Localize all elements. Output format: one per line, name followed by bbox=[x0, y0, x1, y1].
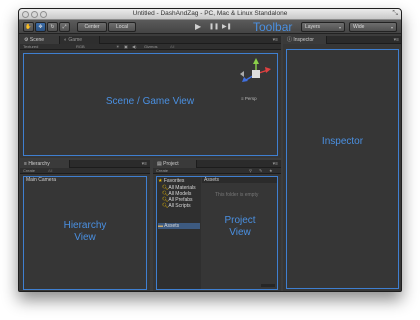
panel-menu-icon[interactable]: ▾≡ bbox=[142, 160, 147, 168]
project-tabbar: ▤ Project ▾≡ bbox=[153, 160, 281, 168]
tab-hierarchy[interactable]: ≡ Hierarchy bbox=[20, 160, 70, 168]
scene-region-label: Scene / Game View bbox=[105, 96, 195, 107]
shading-mode-dropdown[interactable]: Textured bbox=[23, 44, 38, 50]
gizmos-dropdown[interactable]: Gizmos bbox=[144, 44, 158, 50]
hierarchy-control-bar: Create All bbox=[20, 168, 150, 174]
chevron-down-icon: ▾ bbox=[338, 24, 341, 30]
title-bar: Untitled - DashAndZag - PC, Mac & Linux … bbox=[19, 9, 401, 20]
pause-icon[interactable]: ❚❚ bbox=[209, 22, 219, 32]
panel-menu-icon[interactable]: ▾≡ bbox=[273, 160, 278, 168]
rotate-tool-button[interactable]: ↻ bbox=[47, 22, 58, 32]
project-control-bar: Create ⚲ ✎ ★ bbox=[153, 168, 281, 174]
main-toolbar: ✋ ✥ ↻ ⤢ Center Local ▶ ❚❚ ▶❚ Toolbar Lay… bbox=[19, 20, 401, 34]
move-tool-button[interactable]: ✥ bbox=[35, 22, 46, 32]
lighting-toggle-icon[interactable]: ☀ bbox=[116, 44, 120, 50]
audio-toggle-icon[interactable]: ◀) bbox=[132, 44, 136, 50]
persp-label: ≡ Persp bbox=[241, 96, 257, 101]
panel-menu-icon[interactable]: ▾≡ bbox=[273, 36, 278, 44]
tab-scene[interactable]: ⚙ Scene bbox=[20, 36, 60, 44]
render-mode-dropdown[interactable]: RGB bbox=[76, 44, 85, 50]
toolbar-region-label: Toolbar bbox=[253, 20, 293, 34]
favorites-header[interactable]: ★ Favorites bbox=[158, 178, 184, 184]
step-icon[interactable]: ▶❚ bbox=[222, 22, 232, 32]
scale-tool-button[interactable]: ⤢ bbox=[59, 22, 70, 32]
zoom-slider[interactable] bbox=[261, 284, 275, 287]
star-icon: ★ bbox=[158, 178, 163, 184]
scene-panel: ⚙ Scene ◐ Game ▾≡ Textured RGB ☀ ▣ ◀) Gi… bbox=[20, 36, 281, 158]
hierarchy-panel: ≡ Hierarchy ▾≡ Create All Main Camera Hi… bbox=[20, 160, 150, 291]
project-region-label: Project View bbox=[224, 215, 256, 238]
panel-menu-icon[interactable]: ▾≡ bbox=[394, 36, 399, 44]
assets-breadcrumb: Assets bbox=[202, 177, 277, 183]
chevron-down-icon: ▾ bbox=[390, 24, 393, 30]
hierarchy-create-dropdown[interactable]: Create bbox=[23, 168, 35, 174]
window-title: Untitled - DashAndZag - PC, Mac & Linux … bbox=[132, 10, 288, 17]
layout-dropdown[interactable]: Wide ▾ bbox=[349, 22, 397, 32]
image-toggle-icon[interactable]: ▣ bbox=[124, 44, 128, 50]
unity-editor-window: Untitled - DashAndZag - PC, Mac & Linux … bbox=[18, 8, 402, 292]
scene-search-input[interactable]: All bbox=[170, 44, 174, 50]
scene-orientation-gizmo[interactable] bbox=[238, 56, 274, 92]
hierarchy-region-label: Hierarchy View bbox=[63, 220, 107, 243]
hierarchy-item-main-camera[interactable]: Main Camera bbox=[26, 177, 56, 183]
rotate-icon: ↻ bbox=[50, 24, 55, 30]
tab-inspector[interactable]: ⓘ Inspector bbox=[283, 36, 327, 44]
hand-tool-button[interactable]: ✋ bbox=[23, 22, 34, 32]
assets-folder[interactable]: ▬ Assets bbox=[158, 223, 200, 229]
inspector-area[interactable] bbox=[286, 49, 399, 289]
hierarchy-search-input[interactable]: All bbox=[48, 168, 52, 174]
play-icon[interactable]: ▶ bbox=[195, 22, 201, 32]
layers-dropdown[interactable]: Layers ▾ bbox=[301, 22, 345, 32]
move-icon: ✥ bbox=[38, 24, 43, 30]
inspector-tabbar: ⓘ Inspector ▾≡ bbox=[283, 36, 401, 44]
pivot-center-toggle[interactable]: Center bbox=[77, 22, 107, 32]
scene-tabbar: ⚙ Scene ◐ Game ▾≡ bbox=[20, 36, 281, 44]
tab-project[interactable]: ▤ Project bbox=[153, 160, 197, 168]
hierarchy-tabbar: ≡ Hierarchy ▾≡ bbox=[20, 160, 150, 168]
label-icon[interactable]: ✎ bbox=[259, 168, 262, 174]
folder-icon: ▬ bbox=[158, 223, 163, 229]
scene-control-bar: Textured RGB ☀ ▣ ◀) Gizmos All bbox=[20, 44, 281, 50]
filter-icon[interactable]: ⚲ bbox=[249, 168, 252, 174]
pivot-local-toggle[interactable]: Local bbox=[108, 22, 136, 32]
empty-folder-note: This folder is empty bbox=[215, 192, 259, 198]
tab-game[interactable]: ◐ Game bbox=[60, 36, 100, 44]
hand-icon: ✋ bbox=[25, 24, 32, 30]
favorite-item[interactable]: 🔍︎All Scripts bbox=[162, 203, 191, 209]
star-icon[interactable]: ★ bbox=[269, 168, 273, 174]
inspector-panel: ⓘ Inspector ▾≡ Inspector bbox=[283, 36, 401, 291]
project-create-dropdown[interactable]: Create bbox=[156, 168, 168, 174]
project-panel: ▤ Project ▾≡ Create ⚲ ✎ ★ ★ Favorites 🔍︎… bbox=[153, 160, 281, 291]
inspector-region-label: Inspector bbox=[321, 136, 364, 147]
scale-icon: ⤢ bbox=[62, 24, 67, 30]
resize-icon[interactable]: ⤡ bbox=[392, 10, 398, 18]
